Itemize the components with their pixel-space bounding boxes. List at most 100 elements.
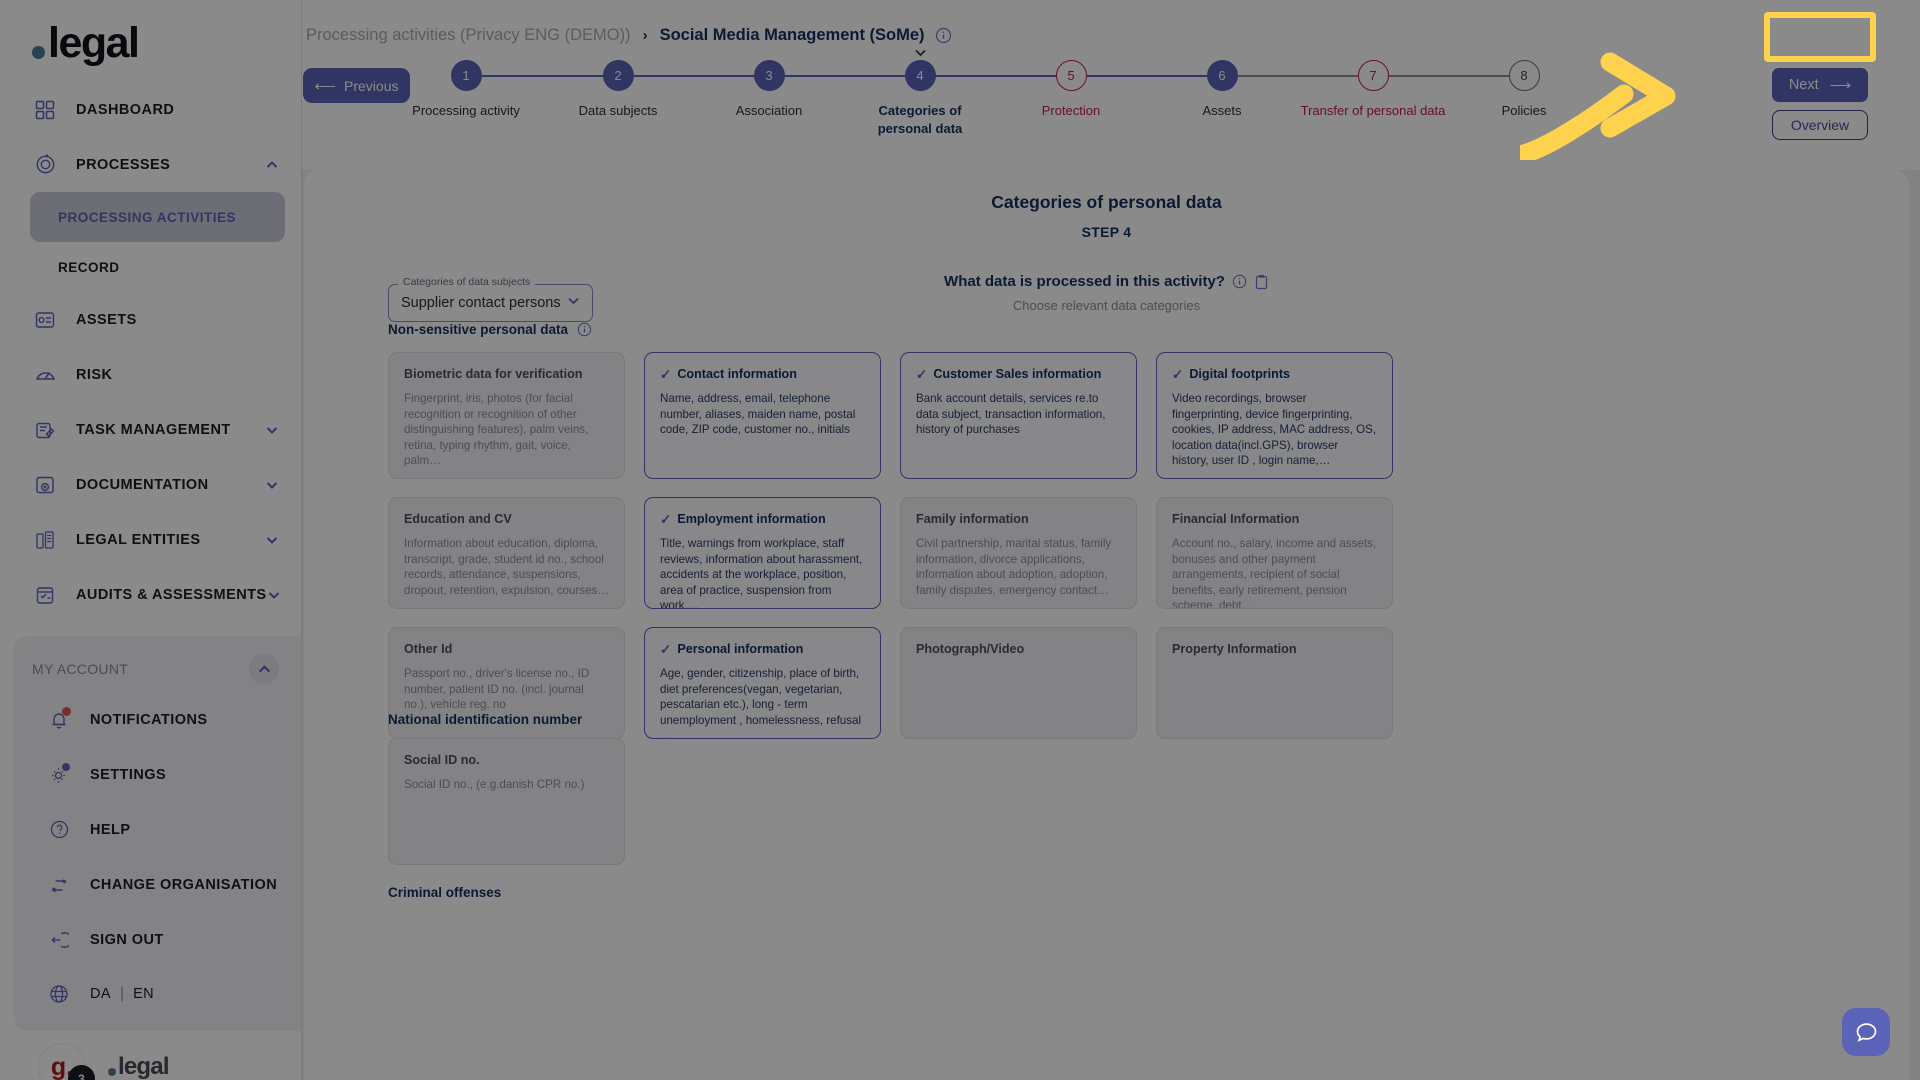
chevron-down-icon[interactable]: [267, 588, 281, 602]
data-category-card[interactable]: ✓ Digital footprints Video recordings, b…: [1156, 352, 1393, 479]
clipboard-icon[interactable]: [1254, 274, 1269, 290]
step-label: Association: [735, 103, 803, 118]
select-box[interactable]: Supplier contact persons: [388, 284, 593, 322]
card-title: ✓ Contact information: [660, 367, 865, 382]
sidebar-item-assets[interactable]: ASSETS: [0, 292, 301, 347]
card-title: Education and CV: [404, 512, 609, 527]
sidebar-item-change-organisation[interactable]: CHANGE ORGANISATION: [14, 857, 301, 912]
data-category-card[interactable]: Financial Information Account no., salar…: [1156, 497, 1393, 609]
globe-icon: [46, 981, 72, 1007]
footer-logo-text: legal: [118, 1053, 169, 1080]
main-content: Categories of personal data STEP 4 What …: [302, 170, 1920, 1080]
app-logo[interactable]: legal: [0, 0, 301, 74]
data-category-card[interactable]: Biometric data for verification Fingerpr…: [388, 352, 625, 479]
section-label-text: Criminal offenses: [388, 885, 502, 900]
sidebar-item-help[interactable]: HELP: [14, 802, 301, 857]
check-icon: ✓: [660, 511, 672, 527]
chevron-down-icon[interactable]: [265, 533, 279, 547]
sidebar-item-task-management[interactable]: TASK MANAGEMENT: [0, 402, 301, 457]
sidebar-item-label: DOCUMENTATION: [76, 476, 209, 493]
categories-of-data-subjects-select[interactable]: Supplier contact persons Categories of d…: [388, 276, 593, 322]
card-title-text: Personal information: [677, 642, 804, 656]
card-title-text: Social ID no.: [404, 753, 480, 767]
wizard-step-1[interactable]: 1 Processing activity: [411, 60, 521, 120]
sidebar-item-settings[interactable]: SETTINGS: [14, 747, 301, 802]
chat-button[interactable]: [1842, 1008, 1890, 1056]
sidebar-item-notifications[interactable]: NOTIFICATIONS: [14, 692, 301, 747]
chevron-up-icon[interactable]: [265, 158, 279, 172]
previous-button[interactable]: ⟵ Previous: [303, 68, 410, 103]
sidebar-item-legal-entities[interactable]: LEGAL ENTITIES: [0, 512, 301, 567]
data-category-card[interactable]: Photograph/Video: [900, 627, 1137, 739]
data-category-card[interactable]: Education and CV Information about educa…: [388, 497, 625, 609]
card-description: Account no., salary, income and assets, …: [1172, 537, 1377, 609]
breadcrumb-parent[interactable]: Processing activities (Privacy ENG (DEMO…: [306, 26, 631, 45]
data-category-card[interactable]: ✓ Personal information Age, gender, citi…: [644, 627, 881, 739]
switch-icon: [46, 872, 72, 898]
data-category-card[interactable]: ✓ Customer Sales information Bank accoun…: [900, 352, 1137, 479]
sidebar-item-record[interactable]: RECORD: [30, 242, 285, 292]
sidebar-item-label: NOTIFICATIONS: [90, 711, 208, 728]
sidebar-item-label: AUDITS & ASSESSMENTS: [76, 586, 267, 603]
sidebar-subitem-label: RECORD: [58, 259, 120, 275]
language-da[interactable]: DA: [90, 986, 111, 1002]
audits-icon: [32, 582, 58, 608]
wizard-step-3[interactable]: 3 Association: [714, 60, 824, 120]
wizard-step-4[interactable]: 4 Categories of personal data: [865, 49, 975, 137]
sidebar-item-processes[interactable]: PROCESSES: [0, 137, 301, 192]
card-title: Biometric data for verification: [404, 367, 609, 382]
card-title-text: Customer Sales information: [933, 367, 1102, 381]
sidebar: legal DASHBOARD PROCESSES PROCESSING ACT…: [0, 0, 302, 1080]
sidebar-item-processing-activities[interactable]: PROCESSING ACTIVITIES: [30, 192, 285, 242]
legal-entities-icon: [32, 527, 58, 553]
wizard-step-2[interactable]: 2 Data subjects: [563, 60, 673, 120]
overview-button[interactable]: Overview: [1772, 110, 1868, 140]
chevron-down-icon[interactable]: [265, 423, 279, 437]
help-icon: [46, 817, 72, 843]
next-button[interactable]: Next ⟶: [1772, 68, 1868, 102]
card-title: ✓ Customer Sales information: [916, 367, 1121, 382]
footer-logo-dot-icon: [108, 1067, 116, 1076]
check-icon: ✓: [660, 641, 672, 657]
breadcrumb-current: Social Media Management (SoMe): [659, 25, 925, 44]
data-category-card[interactable]: Property Information: [1156, 627, 1393, 739]
sidebar-item-dashboard[interactable]: DASHBOARD: [0, 82, 301, 137]
card-title-text: Contact information: [677, 367, 797, 381]
chevron-down-icon[interactable]: [265, 478, 279, 492]
data-category-card[interactable]: Family information Civil partnership, ma…: [900, 497, 1137, 609]
arrow-left-icon: ⟵: [314, 77, 337, 95]
chevron-down-icon[interactable]: [565, 292, 582, 314]
info-icon[interactable]: [935, 27, 952, 44]
data-category-card[interactable]: ✓ Employment information Title, warnings…: [644, 497, 881, 609]
language-selector[interactable]: DA | EN: [14, 967, 301, 1021]
my-account-header[interactable]: MY ACCOUNT: [14, 636, 301, 692]
avatar[interactable]: g. 3: [38, 1043, 95, 1080]
language-en[interactable]: EN: [133, 986, 154, 1002]
sidebar-item-label: CHANGE ORGANISATION: [90, 876, 278, 893]
sidebar-item-label: SIGN OUT: [90, 931, 164, 948]
card-title-text: Property Information: [1172, 642, 1297, 656]
sidebar-item-risk[interactable]: RISK: [0, 347, 301, 402]
sidebar-item-label: TASK MANAGEMENT: [76, 421, 231, 438]
section-heading-national-id: National identification number: [388, 712, 582, 727]
step-label: Data subjects: [578, 103, 658, 118]
wizard-step-5[interactable]: 5 Protection: [1016, 60, 1126, 120]
wizard-step-6[interactable]: 6 Assets: [1167, 60, 1277, 120]
info-icon[interactable]: [577, 322, 592, 337]
wizard-step-7[interactable]: 7 Transfer of personal data: [1278, 60, 1468, 120]
data-category-card[interactable]: Social ID no. Social ID no., (e.g.danish…: [388, 738, 625, 865]
wizard-step-8[interactable]: 8 Policies: [1469, 60, 1579, 120]
step-number: 8: [1508, 60, 1540, 91]
card-title: Other Id: [404, 642, 609, 657]
sidebar-item-documentation[interactable]: DOCUMENTATION: [0, 457, 301, 512]
info-icon[interactable]: [1232, 274, 1247, 289]
sidebar-item-audits-assessments[interactable]: AUDITS & ASSESSMENTS: [0, 567, 301, 622]
sidebar-item-sign-out[interactable]: SIGN OUT: [14, 912, 301, 967]
wizard-panel: Categories of personal data STEP 4 What …: [304, 170, 1909, 1080]
sidebar-subitem-label: PROCESSING ACTIVITIES: [58, 209, 237, 225]
data-category-card[interactable]: ✓ Contact information Name, address, ema…: [644, 352, 881, 479]
breadcrumb: Processing activities (Privacy ENG (DEMO…: [302, 0, 1920, 48]
overview-label: Overview: [1790, 117, 1850, 133]
chevron-up-icon[interactable]: [249, 654, 279, 684]
select-value: Supplier contact persons: [401, 295, 561, 311]
